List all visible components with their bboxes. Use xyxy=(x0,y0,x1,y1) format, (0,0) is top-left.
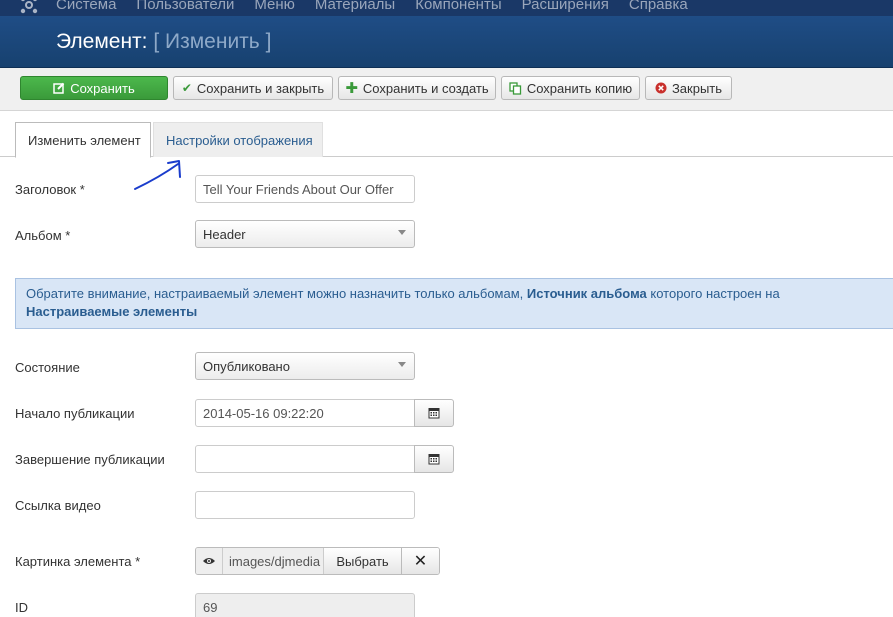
menu-users[interactable]: Пользователи xyxy=(136,0,234,14)
joomla-logo-icon[interactable] xyxy=(20,0,38,14)
id-input: 69 xyxy=(195,593,415,617)
title-input[interactable]: Tell Your Friends About Our Offer xyxy=(195,175,415,203)
image-path-input[interactable]: images/djmedia xyxy=(223,548,324,574)
image-picker: images/djmedia Выбрать ✕ xyxy=(195,547,440,575)
notice-bold-2: Настраиваемые элементы xyxy=(26,304,198,319)
publish-down-input[interactable] xyxy=(195,445,415,473)
image-clear-button[interactable]: ✕ xyxy=(402,548,439,574)
image-choose-button[interactable]: Выбрать xyxy=(324,548,402,574)
menu-components[interactable]: Компоненты xyxy=(415,0,501,14)
album-label: Альбом * xyxy=(15,228,71,243)
notice-bold-1: Источник альбома xyxy=(526,286,647,301)
close-button[interactable]: Закрыть xyxy=(645,76,732,100)
publish-up-input[interactable]: 2014-05-16 09:22:20 xyxy=(195,399,415,427)
x-icon: ✕ xyxy=(413,553,428,570)
menu-menus[interactable]: Меню xyxy=(254,0,295,14)
notice-text-1: Обратите внимание, настраиваемый элемент… xyxy=(26,286,524,301)
eye-icon xyxy=(203,558,215,564)
menu-extensions[interactable]: Расширения xyxy=(522,0,609,14)
edit-icon xyxy=(53,82,65,94)
top-menu-bar: Система Пользователи Меню Материалы Комп… xyxy=(0,0,893,16)
menu-content[interactable]: Материалы xyxy=(315,0,395,14)
image-preview-button[interactable] xyxy=(196,548,223,574)
info-notice: Обратите внимание, настраиваемый элемент… xyxy=(15,278,893,329)
save-new-button[interactable]: ✚ Сохранить и создать xyxy=(338,76,496,100)
save-copy-label: Сохранить копию xyxy=(526,80,633,96)
close-circle-icon xyxy=(655,82,667,94)
save-close-button[interactable]: ✔ Сохранить и закрыть xyxy=(173,76,333,100)
close-label: Закрыть xyxy=(671,80,723,96)
save-button[interactable]: Сохранить xyxy=(20,76,168,100)
annotation-arrow-icon xyxy=(134,160,181,190)
publish-up-label: Начало публикации xyxy=(15,406,135,421)
image-label: Картинка элемента * xyxy=(15,554,141,569)
tab-display-settings[interactable]: Настройки отображения xyxy=(153,122,323,157)
calendar-icon xyxy=(428,408,440,419)
chevron-down-icon xyxy=(398,230,406,235)
publish-up-calendar-button[interactable] xyxy=(414,399,454,427)
save-close-label: Сохранить и закрыть xyxy=(196,80,325,96)
menu-help[interactable]: Справка xyxy=(629,0,688,14)
calendar-icon xyxy=(428,454,440,465)
toolbar: Сохранить ✔ Сохранить и закрыть ✚ Сохран… xyxy=(0,68,893,111)
notice-text-2: которого настроен на xyxy=(650,286,780,301)
tab-bar: Изменить элемент Настройки отображения xyxy=(0,122,893,158)
title-label: Заголовок * xyxy=(15,182,85,197)
state-select[interactable]: Опубликовано xyxy=(195,352,415,380)
check-icon: ✔ xyxy=(181,81,192,95)
album-select-value: Header xyxy=(203,226,246,242)
publish-down-label: Завершение публикации xyxy=(15,452,165,467)
state-select-value: Опубликовано xyxy=(203,358,290,374)
chevron-down-icon xyxy=(398,362,406,367)
page-title-main: Элемент: xyxy=(56,30,148,53)
copy-icon xyxy=(509,81,521,95)
save-new-label: Сохранить и создать xyxy=(362,80,489,96)
save-copy-button[interactable]: Сохранить копию xyxy=(501,76,640,100)
publish-down-calendar-button[interactable] xyxy=(414,445,454,473)
id-label: ID xyxy=(15,600,28,615)
menu-system[interactable]: Система xyxy=(56,0,116,14)
save-button-label: Сохранить xyxy=(70,80,135,96)
page-title-sub: [ Изменить ] xyxy=(153,30,272,53)
tab-edit-element[interactable]: Изменить элемент xyxy=(15,122,151,158)
video-link-label: Ссылка видео xyxy=(15,498,101,513)
video-link-input[interactable] xyxy=(195,491,415,519)
album-select[interactable]: Header xyxy=(195,220,415,248)
title-bar: Элемент: [ Изменить ] xyxy=(0,16,893,68)
plus-icon: ✚ xyxy=(345,79,358,97)
state-label: Состояние xyxy=(15,360,80,375)
page-title: Элемент: [ Изменить ] xyxy=(56,30,271,54)
